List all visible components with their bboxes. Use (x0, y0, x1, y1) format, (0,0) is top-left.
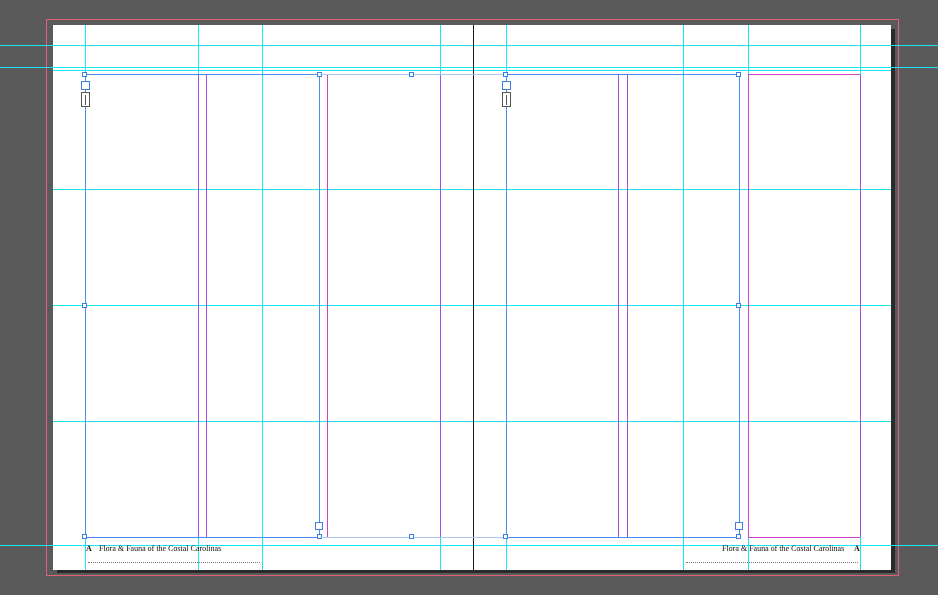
ruler-guide-horizontal[interactable] (53, 70, 891, 71)
text-frame-edge[interactable] (319, 74, 320, 537)
ruler-guide-horizontal[interactable] (53, 189, 891, 190)
column-guide (440, 75, 441, 537)
left-running-footer: Flora & Fauna of the Costal Carolinas (99, 544, 222, 553)
ruler-guide-horizontal[interactable] (53, 421, 891, 422)
column-guide (627, 75, 628, 537)
margin-guide (748, 537, 860, 538)
text-frame-edge[interactable] (506, 74, 507, 537)
resize-handle[interactable] (409, 72, 414, 77)
in-port-icon[interactable] (81, 81, 90, 90)
text-frame-edge[interactable] (85, 537, 320, 538)
resize-handle[interactable] (736, 303, 741, 308)
margin-guide (748, 75, 749, 537)
text-frame-edge[interactable] (506, 537, 740, 538)
page-spread[interactable] (53, 25, 891, 570)
right-running-footer: Flora & Fauna of the Costal Carolinas (722, 544, 845, 553)
text-frame-edge[interactable] (506, 74, 740, 75)
column-guide (206, 75, 207, 537)
column-guide (198, 75, 199, 537)
ruler-guide-vertical[interactable] (683, 25, 684, 570)
left-folio: A (86, 544, 92, 553)
out-port-icon[interactable] (315, 522, 323, 530)
ruler-guide-horizontal[interactable] (0, 67, 938, 68)
spread-spine (473, 25, 474, 570)
resize-handle[interactable] (409, 534, 414, 539)
column-guide (618, 75, 619, 537)
text-frame-pin-icon (81, 92, 90, 107)
text-frame-pin-icon (502, 92, 511, 107)
margin-guide (748, 74, 860, 75)
resize-handle[interactable] (503, 72, 508, 77)
resize-handle[interactable] (736, 534, 741, 539)
in-port-icon[interactable] (502, 81, 511, 90)
footer-rule (88, 562, 260, 563)
resize-handle[interactable] (736, 72, 741, 77)
resize-handle[interactable] (82, 303, 87, 308)
margin-guide (327, 75, 328, 537)
ruler-guide-vertical[interactable] (262, 25, 263, 570)
ruler-guide-horizontal[interactable] (53, 305, 891, 306)
out-port-icon[interactable] (735, 522, 743, 530)
column-guide (860, 75, 861, 537)
resize-handle[interactable] (82, 72, 87, 77)
resize-handle[interactable] (503, 534, 508, 539)
ruler-guide-horizontal[interactable] (0, 45, 938, 46)
footer-rule (686, 562, 858, 563)
right-folio: A (854, 544, 860, 553)
text-frame-edge[interactable] (85, 74, 320, 75)
resize-handle[interactable] (82, 534, 87, 539)
